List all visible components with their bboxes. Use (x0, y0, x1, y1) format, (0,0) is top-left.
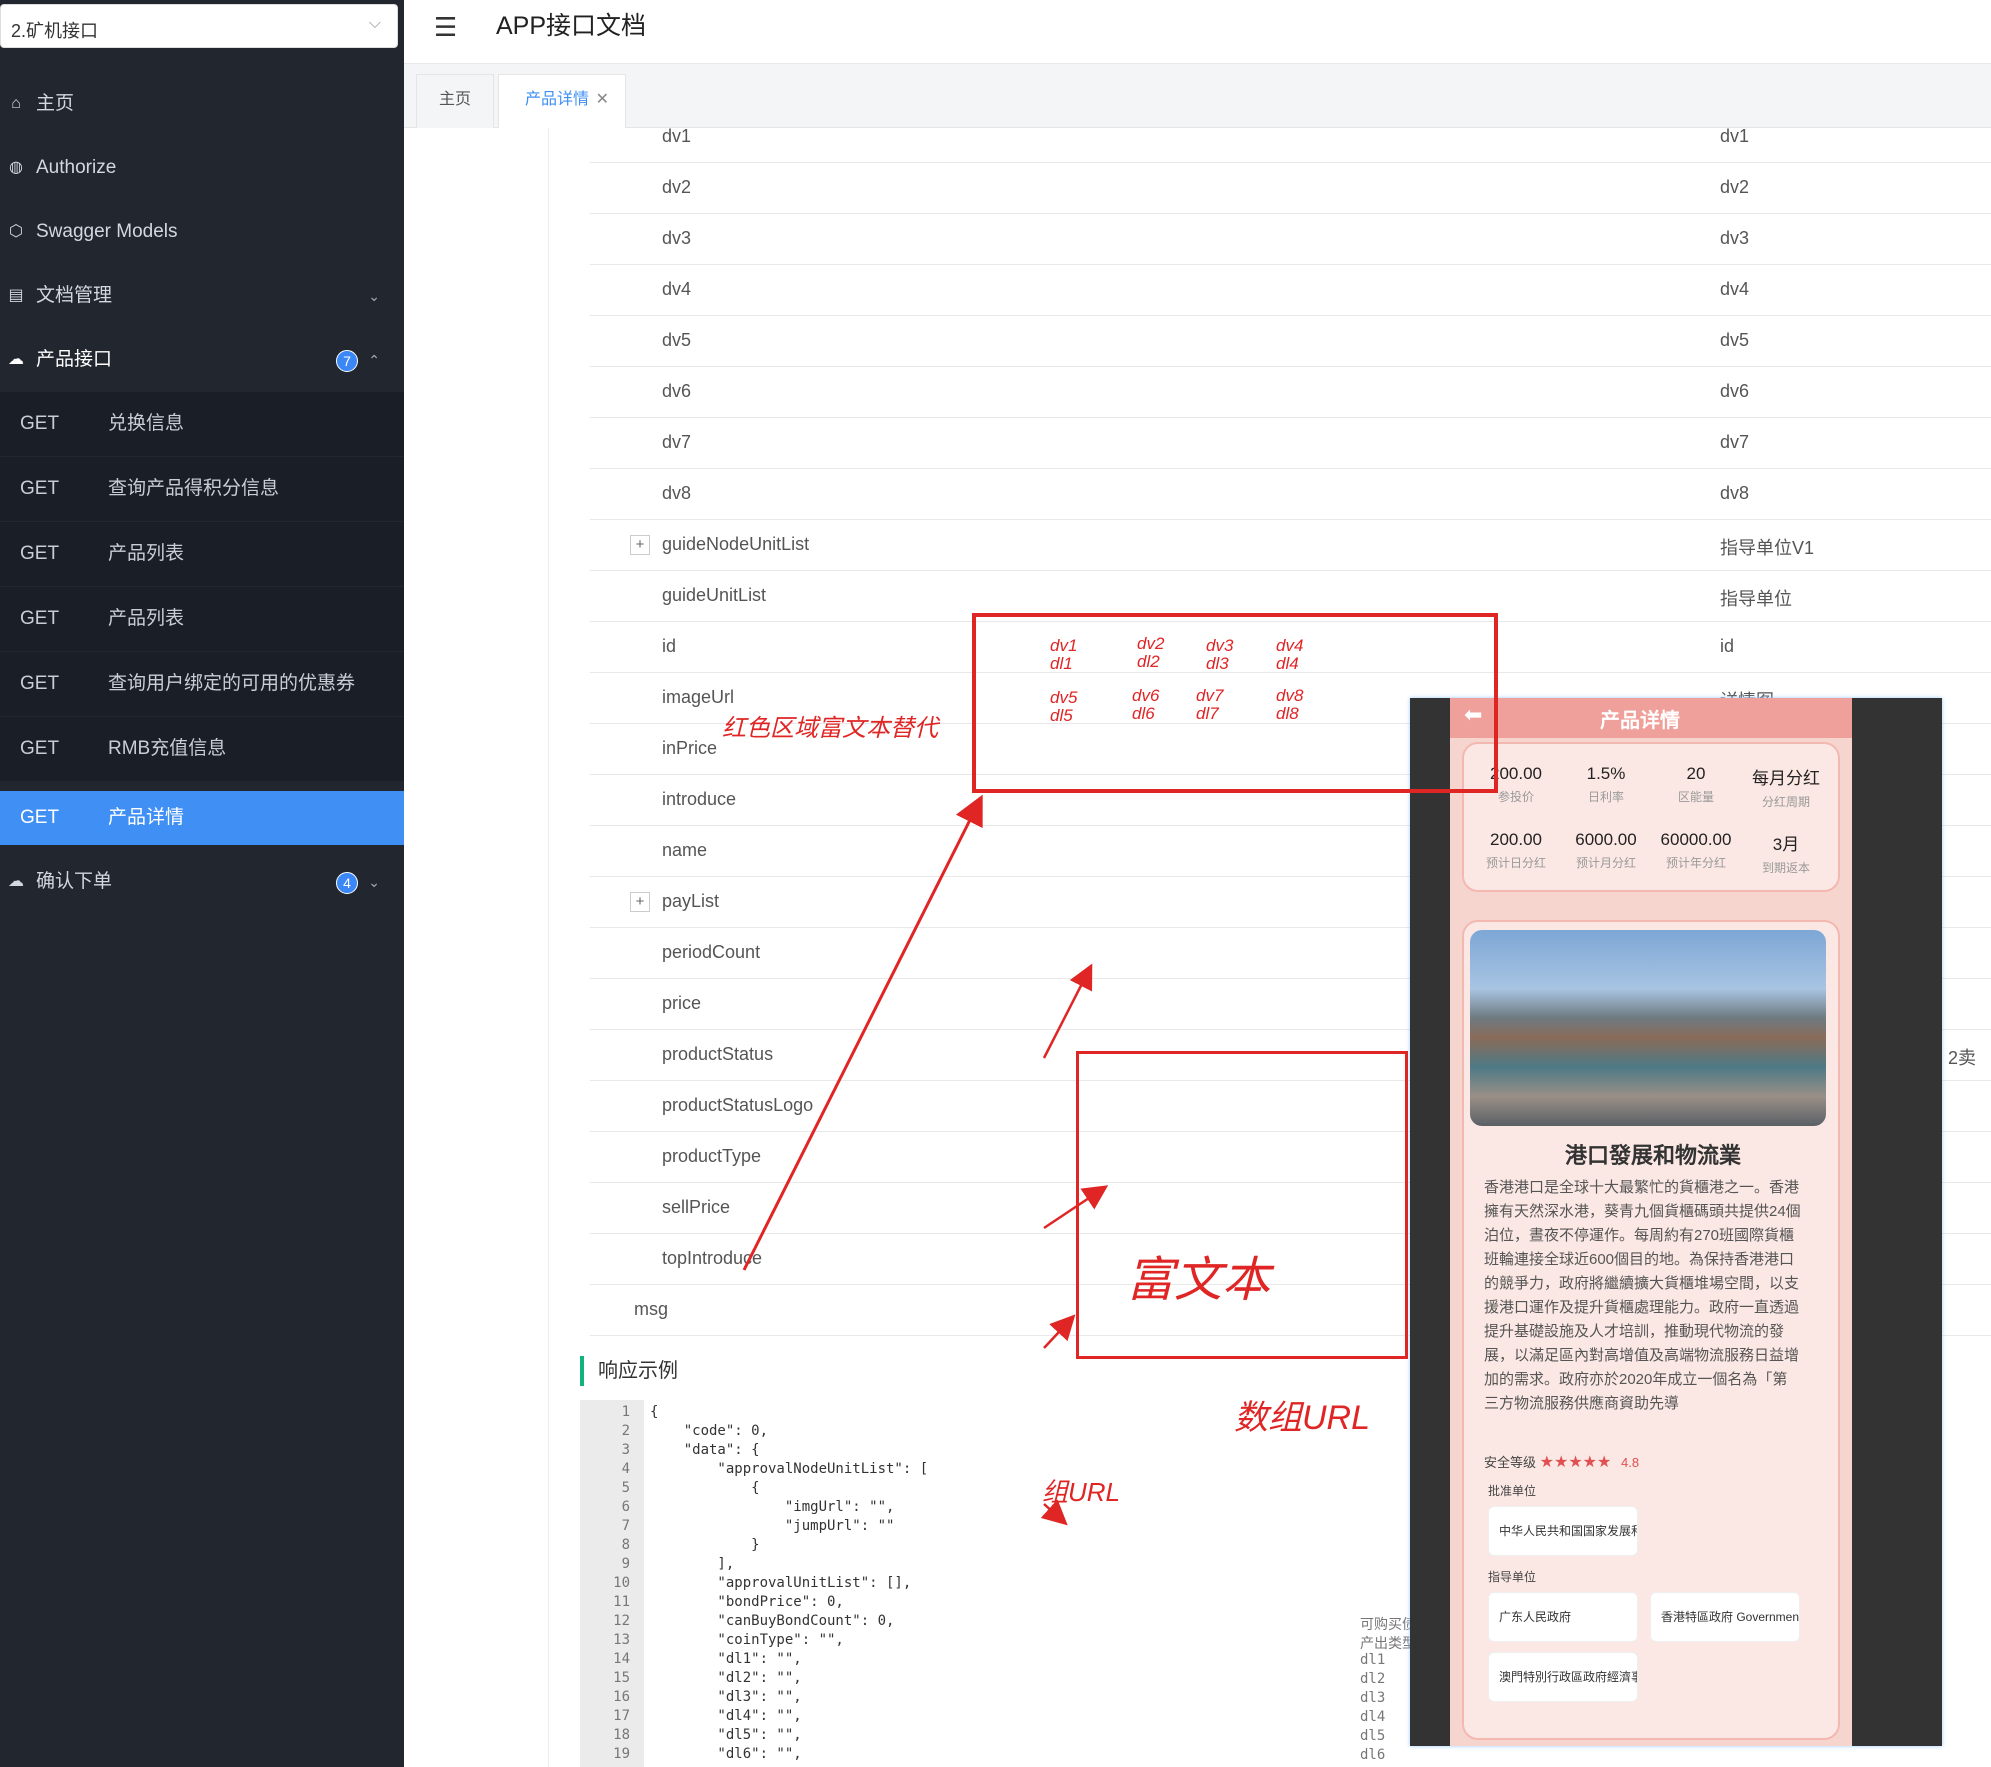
api-item-active[interactable]: GET 产品详情 (0, 791, 404, 845)
arrow-line (742, 794, 983, 1271)
api-title: 兑换信息 (108, 413, 185, 434)
api-item[interactable]: GET 查询产品得积分信息 (0, 457, 404, 521)
api-title: 查询产品得积分信息 (108, 478, 280, 499)
api-title: 产品详情 (108, 807, 185, 828)
sidebar-item-label: 确认下单 (36, 871, 113, 892)
tab-home[interactable]: 主页 (416, 74, 494, 128)
sidebar-item-label: 主页 (36, 93, 75, 114)
api-item[interactable]: GET 兑换信息 (0, 392, 404, 456)
project-select-value: 2.矿机接口 (11, 21, 99, 41)
arrow-line (1040, 1499, 1068, 1526)
http-method: GET (20, 807, 60, 828)
top-header: ☰ APP接口文档 (404, 0, 1991, 64)
cloud-icon: ☁ (8, 351, 24, 368)
tab-label: 产品详情 (525, 91, 590, 108)
arrow-line (1043, 1185, 1109, 1230)
sidebar-item-label: Authorize (36, 157, 117, 178)
api-title: 查询用户绑定的可用的优惠券 (108, 673, 356, 694)
chevron-down-icon: ⌄ (368, 874, 380, 890)
arrow-line (1042, 963, 1093, 1059)
http-method: GET (20, 478, 60, 499)
api-item[interactable]: GET 查询用户绑定的可用的优惠券 (0, 652, 404, 716)
sidebar-item-doc-management[interactable]: ▤ 文档管理 ⌄ (0, 264, 404, 328)
cube-icon: ⬡ (9, 223, 23, 240)
sidebar-item-confirm-order[interactable]: ☁ 确认下单 4 ⌄ (0, 850, 404, 914)
sidebar-item-swagger-models[interactable]: ⬡ Swagger Models (0, 200, 404, 264)
api-title: RMB充值信息 (108, 738, 227, 759)
chevron-up-icon: ⌃ (368, 352, 380, 368)
api-title: 产品列表 (108, 543, 185, 564)
api-item[interactable]: GET 产品列表 (0, 522, 404, 586)
http-method: GET (20, 673, 60, 694)
http-method: GET (20, 608, 60, 629)
main-content: dv1 dv1 dv2 dv2 dv3 dv3 dv4 dv4 dv5 dv5 dv6 dv6 dv7 d… (404, 126, 1991, 1767)
sidebar-item-authorize[interactable]: ◍ Authorize (0, 136, 404, 200)
cloud-icon: ☁ (8, 873, 24, 890)
menu-collapse-icon[interactable]: ☰ (434, 12, 457, 43)
annotation-arrows (742, 794, 1109, 1526)
sidebar-item-label: 产品接口 (36, 349, 113, 370)
count-badge: 7 (336, 350, 358, 372)
sidebar-item-home[interactable]: ⌂ 主页 (0, 72, 404, 136)
http-method: GET (20, 738, 60, 759)
project-select[interactable]: 2.矿机接口 ⌵ (0, 4, 398, 48)
sidebar-item-product-api[interactable]: ☁ 产品接口 7 ⌃ (0, 328, 404, 392)
sidebar-item-label: Swagger Models (36, 221, 178, 242)
arrow-line (1043, 1314, 1076, 1349)
sidebar-item-label: 文档管理 (36, 285, 113, 306)
api-title: 产品列表 (108, 608, 185, 629)
page-title: APP接口文档 (496, 12, 647, 40)
api-item[interactable]: GET RMB充值信息 (0, 717, 404, 781)
sidebar: 2.矿机接口 ⌵ ⌂ 主页 ◍ Authorize ⬡ Swagger Mode… (0, 0, 404, 1767)
chevron-down-icon: ⌄ (368, 288, 380, 304)
lock-icon: ◍ (9, 159, 23, 176)
http-method: GET (20, 413, 60, 434)
http-method: GET (20, 543, 60, 564)
api-item[interactable]: GET 产品列表 (0, 587, 404, 651)
document-icon: ▤ (8, 287, 24, 304)
tab-label: 主页 (438, 91, 471, 108)
count-badge: 4 (336, 872, 358, 894)
home-icon: ⌂ (11, 95, 21, 112)
chevron-down-icon: ⌵ (368, 15, 381, 32)
